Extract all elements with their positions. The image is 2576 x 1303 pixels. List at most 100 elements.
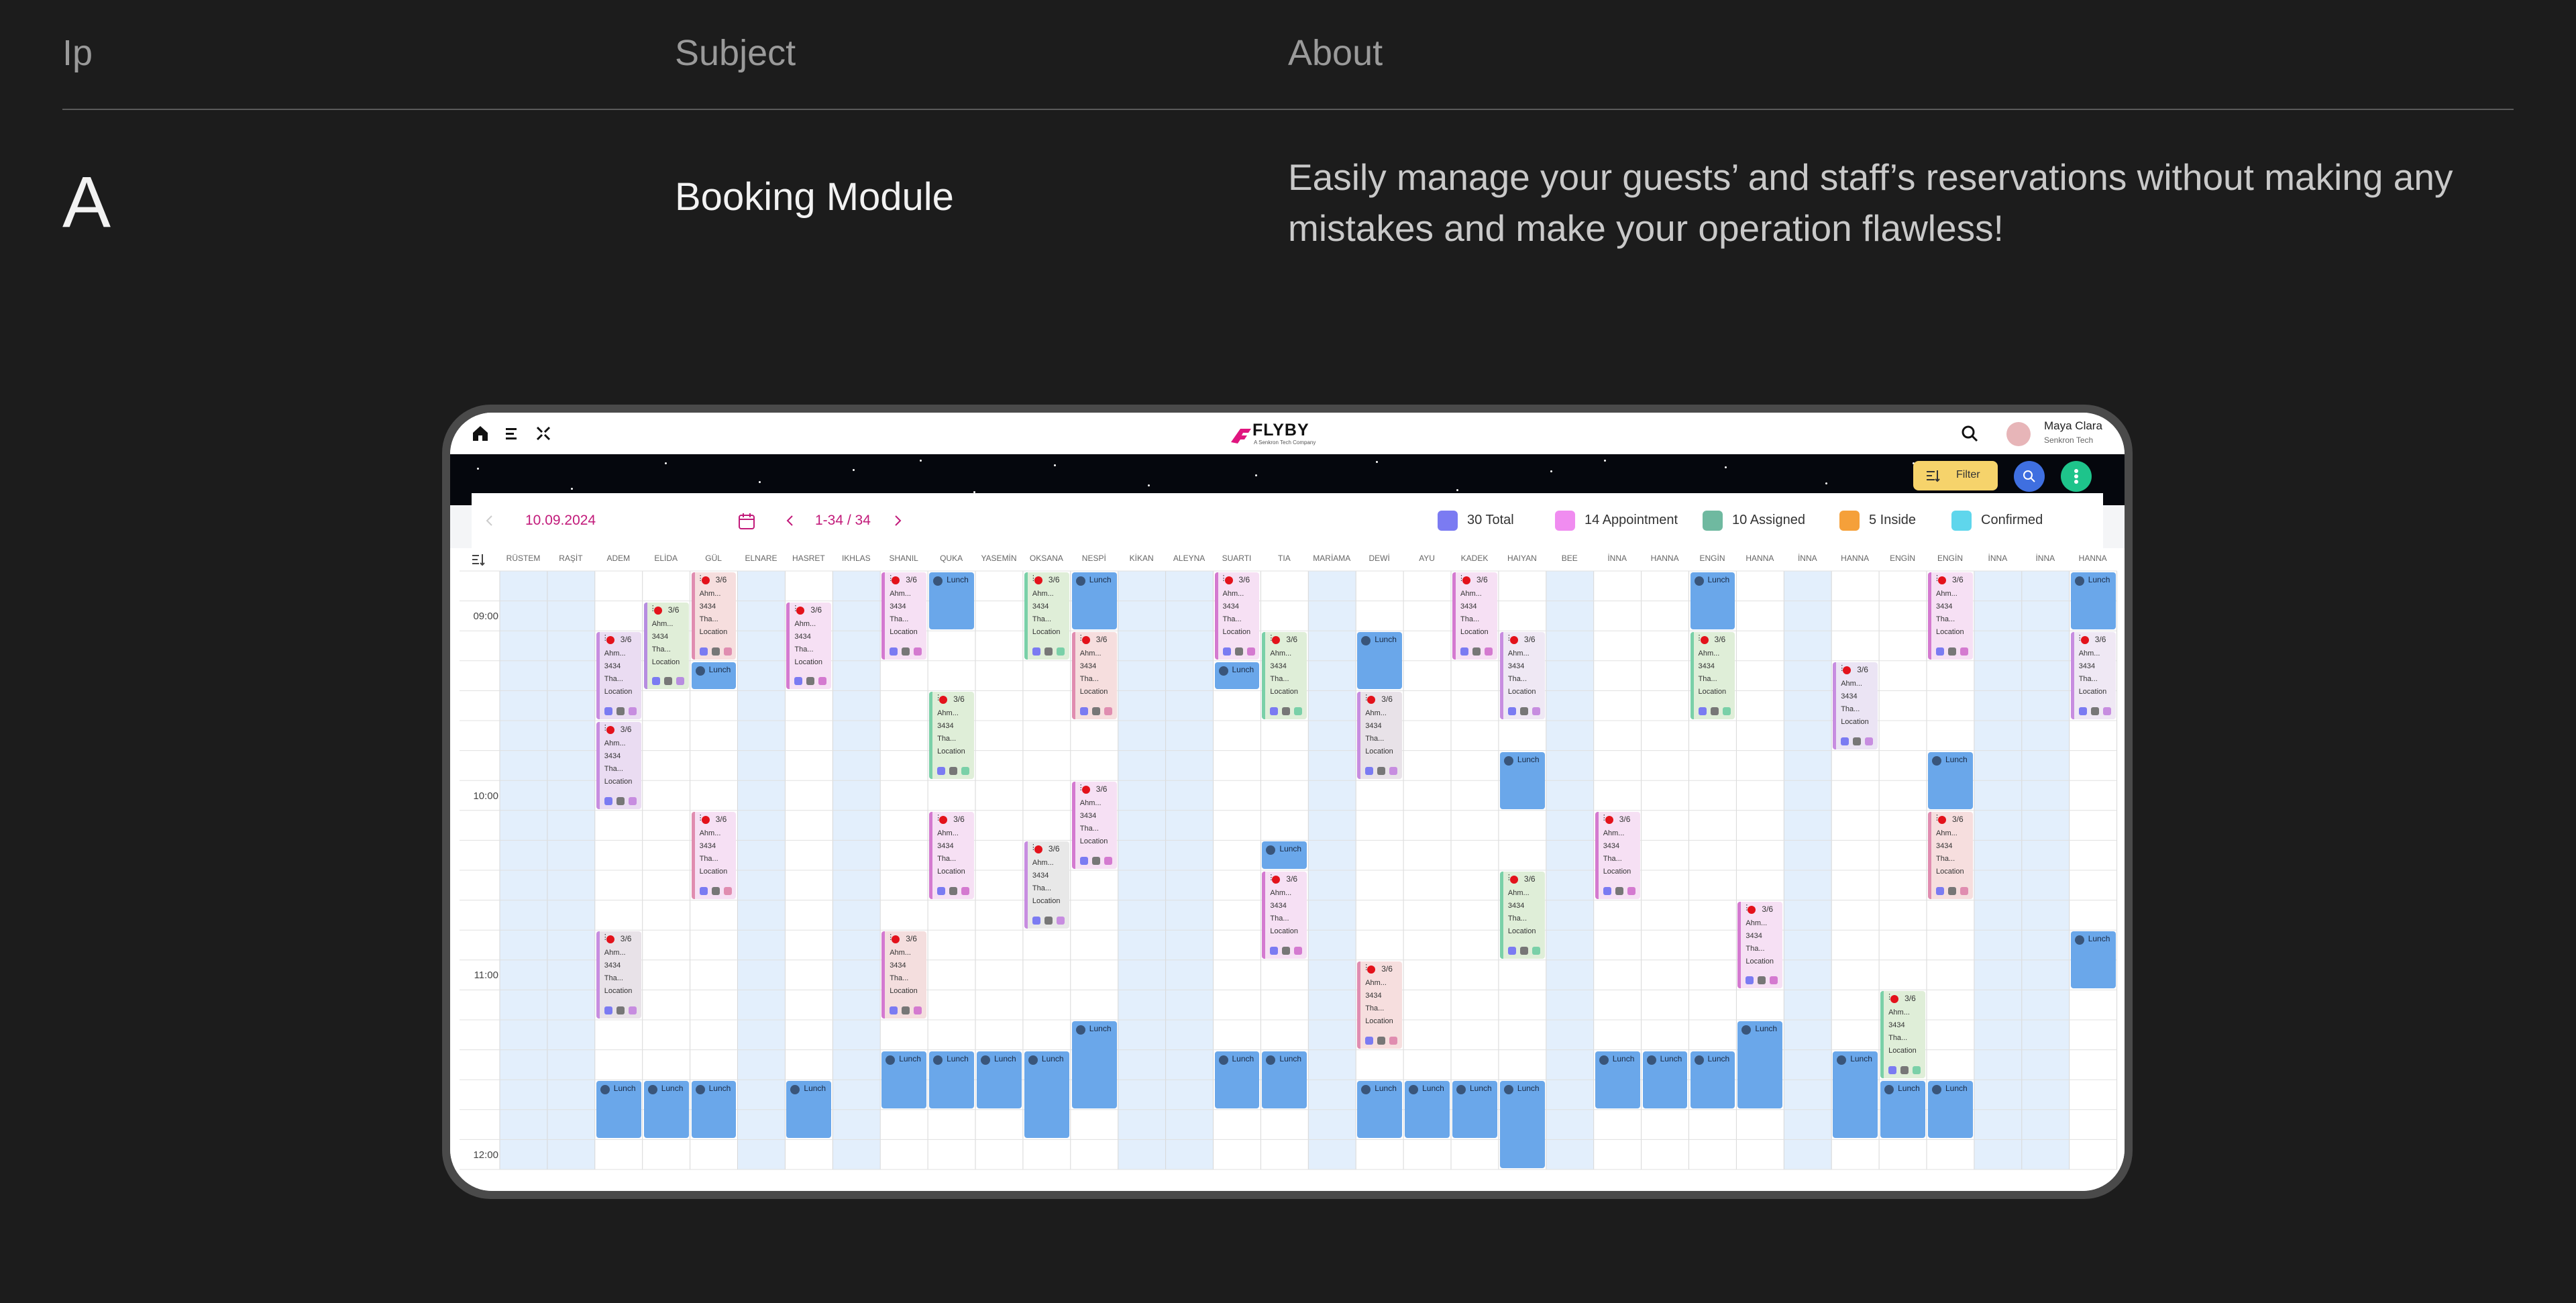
note-icon[interactable]	[1234, 647, 1243, 656]
date-field[interactable]: 10.09.2024	[525, 513, 596, 529]
note-icon[interactable]	[1519, 707, 1528, 715]
add-icon[interactable]	[937, 767, 946, 776]
add-icon[interactable]	[1603, 886, 1611, 895]
page-next-icon[interactable]	[894, 515, 902, 527]
location-icon[interactable]	[1104, 707, 1112, 715]
note-icon[interactable]	[902, 647, 910, 656]
appointment-card[interactable]: ⋮ 3/6 Ahm... 3434 Tha... Location	[1880, 991, 1925, 1079]
staff-column-header[interactable]: ELİDA	[643, 554, 690, 563]
staff-column-header[interactable]: IKHLAS	[833, 554, 879, 563]
appointment-card[interactable]: ⋮ 3/6 Ahm... 3434 Tha... Location	[643, 602, 689, 690]
lunch-block[interactable]: Lunch	[2070, 572, 2116, 630]
note-icon[interactable]	[1710, 707, 1719, 715]
lunch-block[interactable]: Lunch	[691, 662, 737, 690]
staff-column-header[interactable]: ENGİN	[1879, 554, 1926, 563]
appointment-card[interactable]: ⋮ 3/6 Ahm... 3434 Tha... Location	[1499, 632, 1545, 719]
staff-column-header[interactable]: TIA	[1260, 554, 1307, 563]
staff-column-header[interactable]: GÜL	[690, 554, 737, 563]
add-icon[interactable]	[2078, 707, 2087, 715]
lunch-block[interactable]: Lunch	[1595, 1051, 1640, 1108]
appointment-card[interactable]: ⋮ 3/6 Ahm... 3434 Tha... Location	[929, 811, 974, 899]
staff-column-header[interactable]: İNNA	[1784, 554, 1831, 563]
note-icon[interactable]	[949, 767, 958, 776]
add-icon[interactable]	[890, 647, 898, 656]
lunch-block[interactable]: Lunch	[1928, 1081, 1973, 1139]
note-icon[interactable]	[806, 677, 815, 686]
lunch-block[interactable]: Lunch	[1071, 572, 1117, 630]
lunch-block[interactable]: Lunch	[977, 1051, 1022, 1108]
location-icon[interactable]	[628, 707, 637, 715]
note-icon[interactable]	[1948, 647, 1956, 656]
appointment-card[interactable]: ⋮ 3/6 Ahm... 3434 Tha... Location	[1357, 692, 1403, 780]
lunch-block[interactable]: Lunch	[1642, 1051, 1688, 1108]
note-icon[interactable]	[1091, 856, 1100, 865]
appointment-card[interactable]: ⋮ 3/6 Ahm... 3434 Tha... Location	[596, 632, 641, 719]
location-icon[interactable]	[818, 677, 827, 686]
add-icon[interactable]	[1365, 1036, 1374, 1045]
location-icon[interactable]	[1104, 856, 1112, 865]
add-icon[interactable]	[699, 886, 708, 895]
note-icon[interactable]	[1615, 886, 1623, 895]
lunch-block[interactable]: Lunch	[1214, 1051, 1260, 1108]
lunch-block[interactable]: Lunch	[1928, 751, 1973, 809]
staff-column-header[interactable]: ELNARE	[738, 554, 785, 563]
add-icon[interactable]	[699, 647, 708, 656]
lunch-block[interactable]: Lunch	[929, 572, 974, 630]
lunch-block[interactable]: Lunch	[1690, 572, 1735, 630]
location-icon[interactable]	[1389, 1036, 1398, 1045]
staff-column-header[interactable]: BEE	[1546, 554, 1593, 563]
staff-column-header[interactable]: YASEMİN	[975, 554, 1022, 563]
appointment-card[interactable]: ⋮ 3/6 Ahm... 3434 Tha... Location	[1071, 632, 1117, 719]
location-icon[interactable]	[723, 647, 732, 656]
lunch-block[interactable]: Lunch	[1833, 1051, 1878, 1139]
add-icon[interactable]	[651, 677, 660, 686]
lunch-block[interactable]: Lunch	[1071, 1021, 1117, 1108]
appointment-card[interactable]: ⋮ 3/6 Ahm... 3434 Tha... Location	[1499, 872, 1545, 959]
location-icon[interactable]	[1485, 647, 1493, 656]
add-icon[interactable]	[1032, 647, 1040, 656]
lunch-block[interactable]: Lunch	[881, 1051, 927, 1108]
search-icon[interactable]	[1960, 423, 1980, 444]
note-icon[interactable]	[1377, 767, 1386, 776]
staff-column-header[interactable]: İNNA	[2022, 554, 2069, 563]
lunch-block[interactable]: Lunch	[643, 1081, 689, 1139]
add-icon[interactable]	[1888, 1066, 1897, 1075]
lunch-block[interactable]: Lunch	[1452, 1081, 1497, 1139]
appointment-card[interactable]: ⋮ 3/6 Ahm... 3434 Tha... Location	[881, 572, 927, 660]
appointment-card[interactable]: ⋮ 3/6 Ahm... 3434 Tha... Location	[1737, 901, 1783, 989]
add-icon[interactable]	[1936, 647, 1944, 656]
add-icon[interactable]	[794, 677, 803, 686]
add-icon[interactable]	[1460, 647, 1468, 656]
lunch-block[interactable]: Lunch	[596, 1081, 641, 1139]
location-icon[interactable]	[1246, 647, 1255, 656]
add-icon[interactable]	[604, 707, 612, 715]
note-icon[interactable]	[1900, 1066, 1909, 1075]
staff-column-header[interactable]: HASRET	[785, 554, 832, 563]
location-icon[interactable]	[1532, 946, 1540, 955]
add-icon[interactable]	[604, 1006, 612, 1014]
add-icon[interactable]	[1507, 707, 1516, 715]
add-icon[interactable]	[1698, 707, 1707, 715]
staff-column-header[interactable]: HANNA	[1831, 554, 1878, 563]
location-icon[interactable]	[1960, 647, 1968, 656]
location-icon[interactable]	[1294, 707, 1303, 715]
lunch-block[interactable]: Lunch	[786, 1081, 832, 1139]
lunch-block[interactable]: Lunch	[1737, 1021, 1783, 1108]
lunch-block[interactable]: Lunch	[1357, 632, 1403, 690]
appointment-card[interactable]: ⋮ 3/6 Ahm... 3434 Tha... Location	[691, 811, 737, 899]
appointment-card[interactable]: ⋮ 3/6 Ahm... 3434 Tha... Location	[1595, 811, 1640, 899]
note-icon[interactable]	[1282, 707, 1291, 715]
location-icon[interactable]	[1960, 886, 1968, 895]
location-icon[interactable]	[628, 796, 637, 805]
lunch-block[interactable]: Lunch	[1262, 841, 1307, 869]
staff-column-header[interactable]: ENGİN	[1927, 554, 1974, 563]
collapse-icon[interactable]	[533, 423, 553, 444]
staff-column-header[interactable]: RÜSTEM	[500, 554, 547, 563]
note-icon[interactable]	[1948, 886, 1956, 895]
appointment-card[interactable]: ⋮ 3/6 Ahm... 3434 Tha... Location	[1928, 572, 1973, 660]
add-icon[interactable]	[1222, 647, 1231, 656]
appointment-card[interactable]: ⋮ 3/6 Ahm... 3434 Tha... Location	[2070, 632, 2116, 719]
note-icon[interactable]	[1044, 917, 1053, 925]
add-icon[interactable]	[1270, 707, 1279, 715]
location-icon[interactable]	[1722, 707, 1731, 715]
